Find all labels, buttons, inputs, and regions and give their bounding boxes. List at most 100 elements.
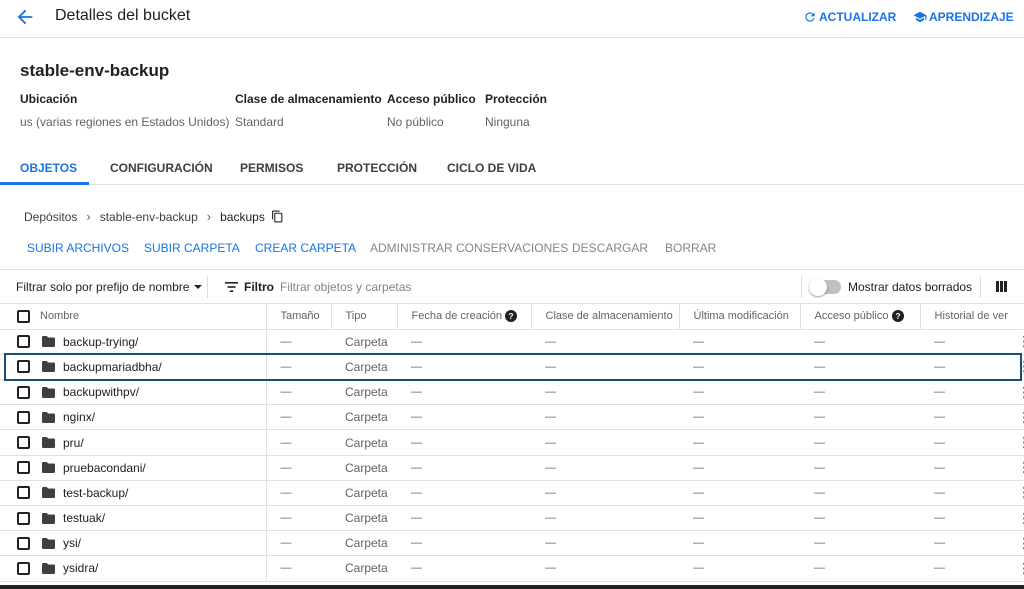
breadcrumb-bucket[interactable]: stable-env-backup <box>100 210 198 224</box>
type-cell: Carpeta <box>331 405 397 430</box>
size-cell: — <box>266 405 331 430</box>
info-value: Standard <box>235 115 382 129</box>
modified-cell: — <box>679 405 800 430</box>
refresh-icon <box>803 10 817 24</box>
tab-protection[interactable]: PROTECCIÓN <box>337 161 417 175</box>
row-select-cell <box>0 506 40 531</box>
prefix-filter-dropdown[interactable]: Filtrar solo por prefijo de nombre <box>16 280 203 294</box>
info-public-access: Acceso público No público <box>387 92 476 129</box>
refresh-button[interactable]: ACTUALIZAR <box>803 10 896 24</box>
delete-button[interactable]: BORRAR <box>665 241 716 255</box>
filter-input[interactable] <box>280 278 780 296</box>
row-checkbox[interactable] <box>17 360 30 373</box>
name-cell: backupmariadbha/ <box>40 354 266 379</box>
chevron-right-icon: › <box>86 209 90 224</box>
folder-name-link[interactable]: testuak/ <box>63 511 105 525</box>
column-display-icon[interactable] <box>996 281 1007 292</box>
column-created[interactable]: Fecha de creación? <box>397 304 531 329</box>
column-size[interactable]: Tamaño <box>266 304 331 329</box>
filter-label: Filtro <box>225 280 274 294</box>
download-button[interactable]: DESCARGAR <box>572 241 648 255</box>
column-storage-class[interactable]: Clase de almacenamiento <box>531 304 679 329</box>
help-icon[interactable]: ? <box>505 310 517 322</box>
breadcrumb: Depósitos › stable-env-backup › backups <box>24 209 284 224</box>
breadcrumb-buckets[interactable]: Depósitos <box>24 210 77 224</box>
row-checkbox[interactable] <box>17 335 30 348</box>
row-checkbox[interactable] <box>17 386 30 399</box>
row-checkbox[interactable] <box>17 562 30 575</box>
create-folder-button[interactable]: CREAR CARPETA <box>255 241 356 255</box>
modified-cell: — <box>679 480 800 505</box>
copy-icon[interactable] <box>271 210 284 223</box>
created-cell: — <box>397 405 531 430</box>
table-row[interactable]: nginx/—Carpeta————— <box>0 405 1024 430</box>
show-deleted-toggle[interactable] <box>811 280 841 294</box>
tab-objects[interactable]: OBJETOS <box>20 161 77 175</box>
select-all-checkbox[interactable] <box>17 310 30 323</box>
folder-icon <box>42 538 55 549</box>
row-actions-cell <box>1017 531 1024 556</box>
folder-name-link[interactable]: pruebacondani/ <box>63 461 146 475</box>
public-access-cell: — <box>800 354 920 379</box>
row-checkbox[interactable] <box>17 512 30 525</box>
size-cell: — <box>266 455 331 480</box>
table-row[interactable]: ysidra/—Carpeta————— <box>0 556 1024 581</box>
size-cell: — <box>266 506 331 531</box>
created-cell: — <box>397 556 531 581</box>
row-checkbox[interactable] <box>17 486 30 499</box>
table-row[interactable]: pru/—Carpeta————— <box>0 430 1024 455</box>
divider <box>801 276 802 298</box>
folder-name-link[interactable]: ysidra/ <box>63 561 98 575</box>
type-cell: Carpeta <box>331 430 397 455</box>
refresh-label: ACTUALIZAR <box>819 10 896 24</box>
version-history-cell: — <box>920 480 1017 505</box>
folder-name-link[interactable]: test-backup/ <box>63 486 128 500</box>
row-checkbox[interactable] <box>17 411 30 424</box>
version-history-cell: — <box>920 380 1017 405</box>
public-access-cell: — <box>800 556 920 581</box>
public-access-cell: — <box>800 480 920 505</box>
tab-permissions[interactable]: PERMISOS <box>240 161 303 175</box>
help-icon[interactable]: ? <box>892 310 904 322</box>
row-select-cell <box>0 455 40 480</box>
info-value: us (varias regiones en Estados Unidos) <box>20 115 229 129</box>
active-tab-indicator <box>0 182 89 185</box>
public-access-cell: — <box>800 531 920 556</box>
folder-name-link[interactable]: backup-trying/ <box>63 335 138 349</box>
folder-name-link[interactable]: nginx/ <box>63 410 95 424</box>
folder-name-link[interactable]: backupwithpv/ <box>63 385 139 399</box>
folder-name-link[interactable]: backupmariadbha/ <box>63 360 162 374</box>
tab-lifecycle[interactable]: CICLO DE VIDA <box>447 161 536 175</box>
row-actions-cell <box>1017 329 1024 354</box>
column-version-history[interactable]: Historial de ver <box>920 304 1024 329</box>
upload-files-button[interactable]: SUBIR ARCHIVOS <box>27 241 129 255</box>
created-cell: — <box>397 329 531 354</box>
chevron-right-icon: › <box>207 209 211 224</box>
table-row[interactable]: test-backup/—Carpeta————— <box>0 480 1024 505</box>
tab-configuration[interactable]: CONFIGURACIÓN <box>110 161 213 175</box>
manage-holds-button[interactable]: ADMINISTRAR CONSERVACIONES <box>370 241 568 255</box>
back-arrow-icon[interactable] <box>14 6 36 28</box>
table-row[interactable]: backup-trying/—Carpeta————— <box>0 329 1024 354</box>
show-deleted-label: Mostrar datos borrados <box>848 280 972 294</box>
table-row[interactable]: backupmariadbha/—Carpeta————— <box>0 354 1024 379</box>
table-row[interactable]: pruebacondani/—Carpeta————— <box>0 455 1024 480</box>
table-row[interactable]: backupwithpv/—Carpeta————— <box>0 380 1024 405</box>
row-actions-cell <box>1017 380 1024 405</box>
row-checkbox[interactable] <box>17 461 30 474</box>
folder-name-link[interactable]: pru/ <box>63 436 84 450</box>
row-checkbox[interactable] <box>17 537 30 550</box>
table-row[interactable]: ysi/—Carpeta————— <box>0 531 1024 556</box>
upload-folder-button[interactable]: SUBIR CARPETA <box>144 241 240 255</box>
row-checkbox[interactable] <box>17 436 30 449</box>
table-row[interactable]: testuak/—Carpeta————— <box>0 506 1024 531</box>
learn-button[interactable]: APRENDIZAJE <box>913 10 1014 24</box>
column-public-access[interactable]: Acceso público? <box>800 304 920 329</box>
public-access-cell: — <box>800 405 920 430</box>
public-access-cell: — <box>800 506 920 531</box>
folder-name-link[interactable]: ysi/ <box>63 536 81 550</box>
column-name[interactable]: Nombre <box>40 304 266 329</box>
column-modified[interactable]: Última modificación <box>679 304 800 329</box>
column-type[interactable]: Tipo <box>331 304 397 329</box>
row-actions-cell <box>1017 506 1024 531</box>
